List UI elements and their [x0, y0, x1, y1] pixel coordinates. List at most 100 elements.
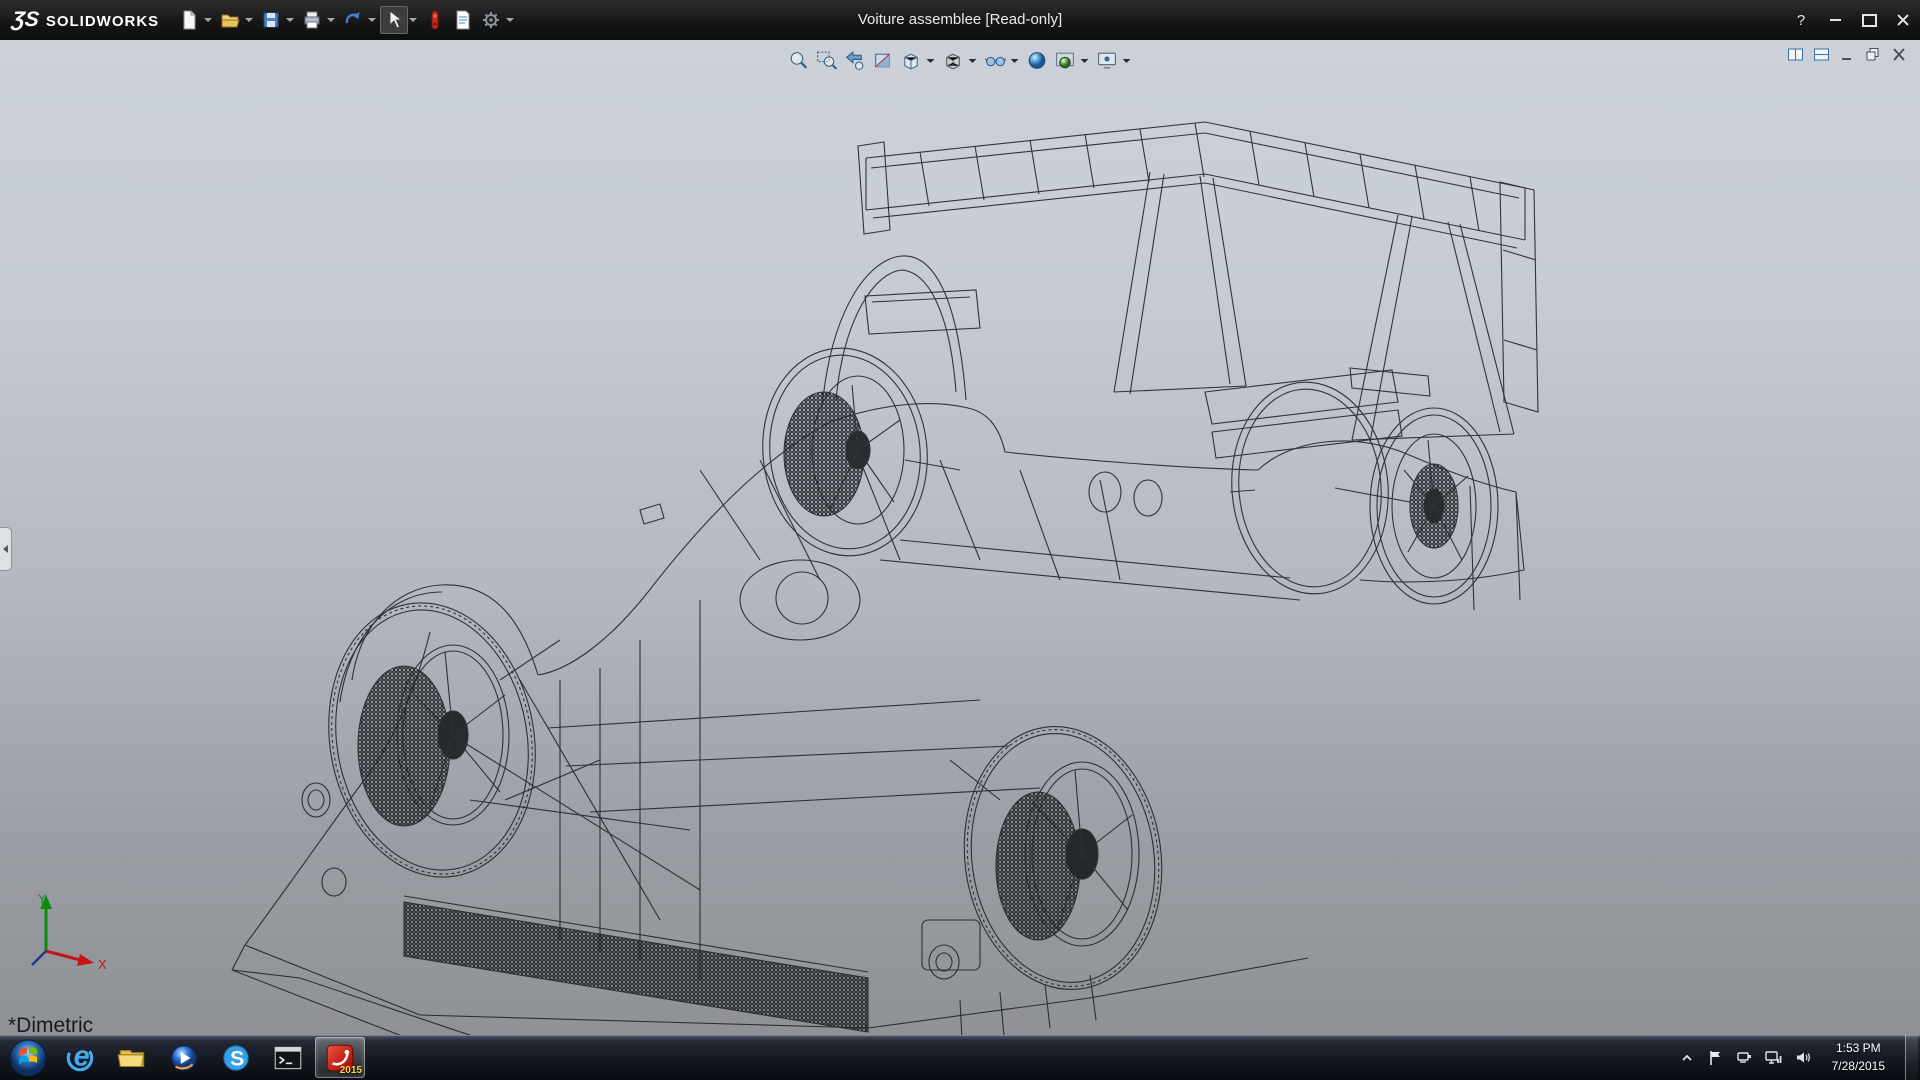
network-icon: [1765, 1050, 1782, 1065]
view-settings-button[interactable]: [1094, 47, 1121, 74]
speaker-icon: [1795, 1050, 1811, 1065]
view-orientation-caret[interactable]: [927, 59, 935, 63]
split-pane-vertical-button[interactable]: [1786, 45, 1804, 63]
taskbar-internet-explorer[interactable]: e: [55, 1037, 105, 1078]
apply-scene-button[interactable]: [1052, 47, 1079, 74]
solidworks-version-badge: 2015: [340, 1065, 362, 1076]
options-button[interactable]: [477, 6, 505, 34]
tray-chevron-button[interactable]: [1678, 1049, 1696, 1067]
close-button[interactable]: [1886, 0, 1920, 40]
new-dropdown-caret[interactable]: [204, 18, 212, 22]
network-status-button[interactable]: [1765, 1049, 1783, 1067]
task-pane-collapse-tab[interactable]: [0, 527, 12, 571]
split-pane-vertical-icon: [1787, 47, 1804, 62]
console-window-icon: [271, 1041, 305, 1075]
save-button[interactable]: [257, 6, 285, 34]
display-style-button[interactable]: [940, 47, 967, 74]
clock-time: 1:53 PM: [1832, 1040, 1885, 1057]
internet-explorer-icon: e: [63, 1041, 97, 1075]
maximize-button[interactable]: [1852, 0, 1886, 40]
flag-icon: [1708, 1050, 1723, 1066]
display-style-caret[interactable]: [969, 59, 977, 63]
view-orientation-button[interactable]: [898, 47, 925, 74]
zoom-to-fit-icon: [788, 49, 811, 72]
select-cursor-icon: [383, 9, 405, 31]
apply-scene-icon: [1054, 49, 1077, 72]
new-document-icon: [178, 9, 200, 31]
windows-start-icon: [8, 1038, 48, 1078]
window-controls: ?: [1784, 0, 1920, 40]
taskbar-console[interactable]: [263, 1037, 313, 1078]
doc-close-button[interactable]: [1890, 45, 1908, 63]
options-gear-icon: [480, 9, 502, 31]
taskbar-clock[interactable]: 1:53 PM 7/28/2015: [1823, 1040, 1894, 1075]
removable-device-button[interactable]: [1736, 1049, 1754, 1067]
open-folder-icon: [219, 9, 241, 31]
doc-minimize-button[interactable]: [1838, 45, 1856, 63]
hide-show-glasses-icon: [984, 49, 1007, 72]
chevron-up-icon: [1680, 1051, 1694, 1065]
save-dropdown-caret[interactable]: [286, 18, 294, 22]
doc-restore-icon: [1865, 47, 1881, 62]
edit-appearance-button[interactable]: [1024, 47, 1051, 74]
brand-name: SOLIDWORKS: [46, 13, 159, 30]
start-button[interactable]: [6, 1036, 50, 1080]
help-button[interactable]: ?: [1784, 0, 1818, 40]
usb-device-icon: [1736, 1050, 1753, 1065]
open-button[interactable]: [216, 6, 244, 34]
taskbar-solidworks-2015[interactable]: 2015: [315, 1037, 365, 1078]
minimize-button[interactable]: [1818, 0, 1852, 40]
doc-restore-button[interactable]: [1864, 45, 1882, 63]
action-center-button[interactable]: [1707, 1049, 1725, 1067]
undo-icon: [342, 9, 364, 31]
view-settings-caret[interactable]: [1123, 59, 1131, 63]
apply-scene-caret[interactable]: [1081, 59, 1089, 63]
zoom-to-area-button[interactable]: [814, 47, 841, 74]
ie-e-glyph: e: [74, 1041, 90, 1072]
rebuild-button[interactable]: [421, 6, 449, 34]
skype-s-glyph: S: [230, 1046, 244, 1070]
clock-date: 7/28/2015: [1832, 1058, 1885, 1075]
previous-view-button[interactable]: [842, 47, 869, 74]
view-settings-icon: [1096, 49, 1119, 72]
hide-show-items-button[interactable]: [982, 47, 1009, 74]
open-dropdown-caret[interactable]: [245, 18, 253, 22]
file-properties-button[interactable]: [449, 6, 477, 34]
new-document-button[interactable]: [175, 6, 203, 34]
media-player-icon: [167, 1041, 201, 1075]
solidworks-window: ƷS SOLIDWORKS: [0, 0, 1920, 1080]
show-desktop-button[interactable]: [1905, 1035, 1918, 1080]
volume-button[interactable]: [1794, 1049, 1812, 1067]
taskbar-windows-explorer[interactable]: [107, 1037, 157, 1078]
taskbar-skype[interactable]: S: [211, 1037, 261, 1078]
select-dropdown-caret[interactable]: [409, 18, 417, 22]
undo-button[interactable]: [339, 6, 367, 34]
triad-x-label: X: [98, 957, 107, 972]
select-button[interactable]: [380, 6, 408, 34]
zoom-to-fit-button[interactable]: [786, 47, 813, 74]
hide-show-caret[interactable]: [1011, 59, 1019, 63]
taskbar-media-player[interactable]: [159, 1037, 209, 1078]
print-button[interactable]: [298, 6, 326, 34]
graphics-area[interactable]: Y X *Dimetric: [0, 40, 1920, 1035]
split-pane-horizontal-button[interactable]: [1812, 45, 1830, 63]
save-icon: [260, 9, 282, 31]
document-window-controls: [1786, 45, 1908, 63]
split-pane-horizontal-icon: [1813, 47, 1830, 62]
windows-taskbar: e S: [0, 1035, 1920, 1080]
print-dropdown-caret[interactable]: [327, 18, 335, 22]
triad-y-label: Y: [38, 892, 46, 906]
minimize-icon: [1830, 19, 1841, 21]
undo-dropdown-caret[interactable]: [368, 18, 376, 22]
previous-view-icon: [844, 49, 867, 72]
options-dropdown-caret[interactable]: [506, 18, 514, 22]
system-tray: 1:53 PM 7/28/2015: [1678, 1035, 1920, 1080]
wireframe-car-model[interactable]: [0, 40, 1920, 1035]
display-style-icon: [942, 49, 965, 72]
section-view-button[interactable]: [870, 47, 897, 74]
close-icon: [1897, 14, 1909, 26]
heads-up-view-toolbar: [782, 45, 1139, 76]
file-properties-icon: [452, 9, 474, 31]
zoom-to-area-icon: [816, 49, 839, 72]
title-bar: ƷS SOLIDWORKS: [0, 0, 1920, 40]
